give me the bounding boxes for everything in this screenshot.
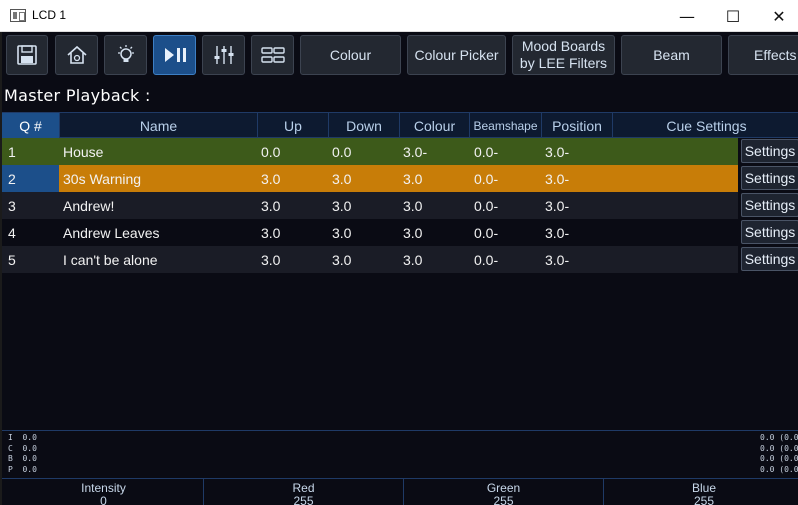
- cue-number: 3: [8, 197, 16, 214]
- cue-name: House: [63, 143, 104, 160]
- cue-settings-button[interactable]: Settings: [741, 139, 798, 163]
- cue-up: 3.0: [261, 197, 281, 214]
- cue-beamshape: 0.0-: [474, 224, 499, 241]
- house-icon: [66, 45, 87, 64]
- encoder-value: 255: [693, 494, 715, 505]
- cue-name: 30s Warning: [63, 170, 142, 187]
- column-header-name[interactable]: Name: [60, 113, 258, 138]
- cue-position: 3.0-: [545, 197, 570, 214]
- cue-number: 2: [2, 165, 59, 192]
- encoder-red[interactable]: Red 255: [204, 479, 404, 505]
- table-row[interactable]: 4 Andrew Leaves 3.0 3.0 3.0 0.0- 3.0-: [2, 219, 738, 246]
- table-row[interactable]: 1 House 0.0 0.0 3.0- 0.0- 3.0-: [2, 138, 738, 165]
- cue-settings-button[interactable]: Settings: [741, 220, 798, 244]
- cue-position: 3.0-: [545, 143, 570, 160]
- play-pause-icon: [164, 48, 186, 62]
- encoder-blue[interactable]: Blue 255: [604, 479, 798, 505]
- column-header-colour[interactable]: Colour: [400, 113, 470, 138]
- levels-right-readout: 0.0 (0.0) 0.0 (0.0) 0.0 (0.0) 0.0 (0.0): [760, 433, 798, 474]
- fixtures-button[interactable]: [104, 35, 147, 75]
- cue-name: Andrew!: [63, 197, 115, 214]
- cue-colour: 3.0: [403, 170, 423, 187]
- column-header-up[interactable]: Up: [258, 113, 329, 138]
- encoder-value: 0: [100, 494, 107, 505]
- column-header-q[interactable]: Q #: [2, 113, 60, 138]
- effects-button[interactable]: Effects: [728, 35, 798, 75]
- encoder-bar: Intensity 0 Red 255 Green 255 Blue 255: [2, 478, 798, 505]
- maximize-button[interactable]: ☐: [710, 0, 756, 32]
- mood-boards-label-line1: Mood Boards: [521, 38, 606, 54]
- cue-beamshape: 0.0-: [474, 170, 499, 187]
- table-row[interactable]: 2 30s Warning 3.0 3.0 3.0 0.0- 3.0-: [2, 165, 738, 192]
- app-area: Colour Colour Picker Mood Boards by LEE …: [0, 32, 798, 505]
- cue-number: 5: [8, 251, 16, 268]
- table-header: Q # Name Up Down Colour Beamshape Positi…: [2, 112, 798, 138]
- faders-button[interactable]: [202, 35, 245, 75]
- cue-down: 3.0: [332, 251, 352, 268]
- level-readout-area: I 0.0 C 0.0 B 0.0 P 0.0 0.0 (0.0) 0.0 (0…: [2, 430, 798, 476]
- cue-number: 4: [8, 224, 16, 241]
- cue-down: 3.0: [332, 197, 352, 214]
- playback-button[interactable]: [153, 35, 196, 75]
- cue-name: I can't be alone: [63, 251, 158, 268]
- column-header-position[interactable]: Position: [542, 113, 613, 138]
- section-title: Master Playback :: [4, 86, 151, 105]
- cue-position: 3.0-: [545, 251, 570, 268]
- beam-button[interactable]: Beam: [621, 35, 722, 75]
- column-header-beamshape[interactable]: Beamshape: [470, 113, 542, 138]
- encoder-value: 255: [493, 494, 514, 505]
- cue-settings-button[interactable]: Settings: [741, 193, 798, 217]
- colour-picker-button[interactable]: Colour Picker: [407, 35, 506, 75]
- mood-boards-button[interactable]: Mood Boards by LEE Filters: [512, 35, 615, 75]
- cue-settings-button[interactable]: Settings: [741, 166, 798, 190]
- cue-position: 3.0-: [545, 170, 570, 187]
- cue-up: 3.0: [261, 224, 281, 241]
- table-row[interactable]: 3 Andrew! 3.0 3.0 3.0 0.0- 3.0-: [2, 192, 738, 219]
- encoder-value: 255: [293, 494, 314, 505]
- window-title: LCD 1: [32, 8, 67, 22]
- save-icon: [17, 45, 37, 65]
- close-button[interactable]: ✕: [756, 0, 798, 32]
- toolbar: Colour Colour Picker Mood Boards by LEE …: [2, 32, 798, 78]
- cue-up: 3.0: [261, 251, 281, 268]
- cue-down: 3.0: [332, 170, 352, 187]
- cue-name: Andrew Leaves: [63, 224, 160, 241]
- colour-button[interactable]: Colour: [300, 35, 401, 75]
- table-row[interactable]: 5 I can't be alone 3.0 3.0 3.0 0.0- 3.0-: [2, 246, 738, 273]
- faders-icon: [214, 46, 233, 64]
- home-scenes-button[interactable]: [55, 35, 98, 75]
- cue-beamshape: 0.0-: [474, 251, 499, 268]
- cue-colour: 3.0: [403, 197, 423, 214]
- cue-position: 3.0-: [545, 224, 570, 241]
- cue-beamshape: 0.0-: [474, 197, 499, 214]
- cue-settings-button[interactable]: Settings: [741, 247, 798, 271]
- save-button[interactable]: [6, 35, 48, 75]
- encoder-intensity[interactable]: Intensity 0: [4, 479, 204, 505]
- cue-colour: 3.0-: [403, 143, 428, 160]
- grid-icon: [260, 47, 285, 63]
- encoder-green[interactable]: Green 255: [404, 479, 604, 505]
- layout-button[interactable]: [251, 35, 294, 75]
- column-header-cue-settings[interactable]: Cue Settings: [613, 113, 798, 138]
- window-title-bar: LCD 1 — ☐ ✕: [0, 0, 798, 32]
- cue-up: 3.0: [261, 170, 281, 187]
- mood-boards-label-line2: by LEE Filters: [519, 55, 608, 71]
- minimize-button[interactable]: —: [664, 0, 710, 32]
- cue-down: 0.0: [332, 143, 352, 160]
- column-header-down[interactable]: Down: [329, 113, 400, 138]
- cue-number: 1: [8, 143, 16, 160]
- cue-beamshape: 0.0-: [474, 143, 499, 160]
- cue-colour: 3.0: [403, 224, 423, 241]
- cue-up: 0.0: [261, 143, 281, 160]
- levels-left-readout: I 0.0 C 0.0 B 0.0 P 0.0: [8, 433, 37, 474]
- cue-colour: 3.0: [403, 251, 423, 268]
- app-icon: [10, 9, 26, 22]
- bulb-icon: [117, 45, 134, 62]
- cue-down: 3.0: [332, 224, 352, 241]
